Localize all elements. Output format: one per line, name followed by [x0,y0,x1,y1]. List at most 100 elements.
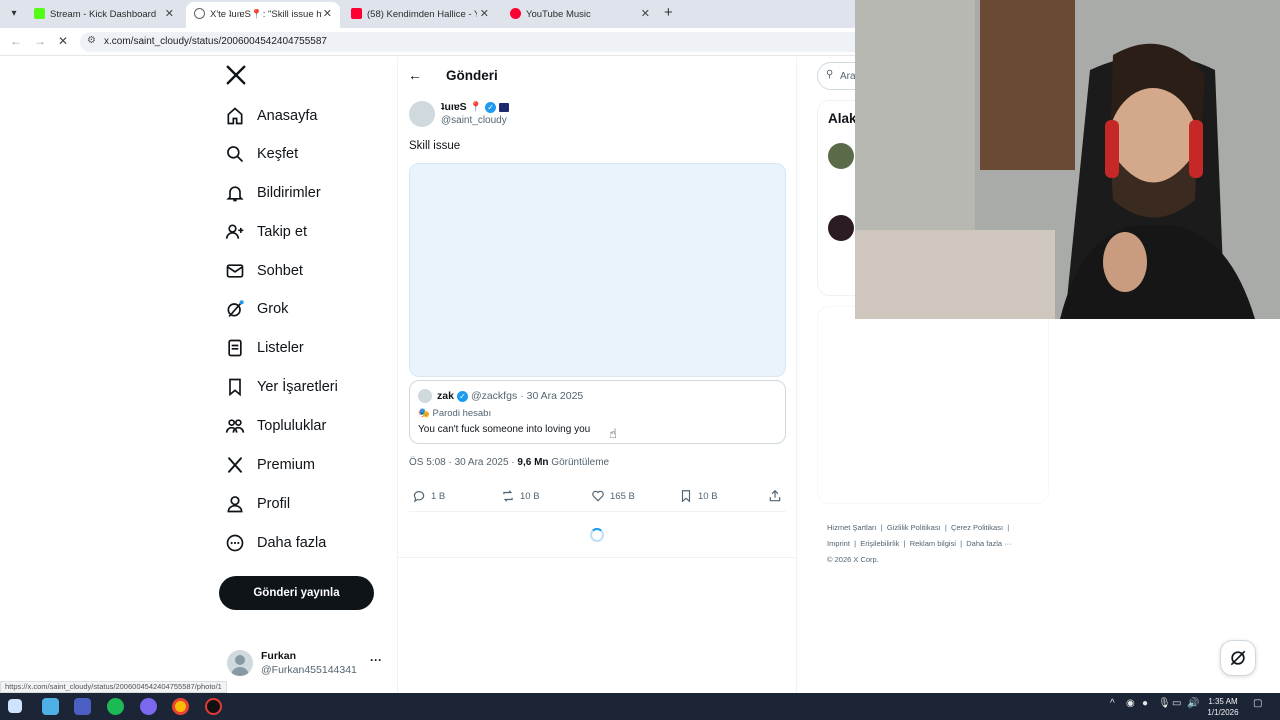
repost-button[interactable]: 10 B [501,489,540,503]
system-clock[interactable]: 1:35 AM 1/1/2026 [1198,696,1248,718]
reply-count: 1 B [431,490,446,502]
search-icon: ⚲ [826,69,834,80]
network-icon[interactable]: ▭ [1172,698,1181,709]
reply-icon [413,491,425,503]
back-arrow-icon[interactable]: ← [10,34,22,48]
footer-link[interactable]: Gizlilik Politikası [887,523,941,532]
tab-youtube-music[interactable]: YouTube Music ✕ [502,2,658,28]
footer-link[interactable]: Hizmet Şartları [827,523,877,532]
tab-title: YouTube Music [526,9,591,20]
account-name: Furkan [261,650,297,662]
discord-icon[interactable] [140,698,157,715]
like-count: 165 B [610,490,635,502]
account-switcher[interactable]: Furkan @Furkan455144341 ··· [227,647,387,683]
sidebar-item-chat[interactable]: Sohbet [224,255,303,287]
footer-link[interactable]: Çerez Politikası [951,523,1003,532]
quoted-post[interactable]: zak ✓ @zackfgs · 30 Ara 2025 🎭 Parodi he… [409,380,786,444]
x-logo-icon[interactable] [225,64,247,86]
profile-icon [224,493,246,515]
tab-title: Stream - Kick Dashboard [50,9,157,20]
url-field[interactable]: ⚙ x.com/saint_cloudy/status/200600454240… [80,32,880,52]
avatar[interactable] [828,215,854,241]
repost-count: 10 B [520,490,540,502]
sidebar-item-communities[interactable]: Topluluklar [224,410,326,442]
sidebar-item-bookmarks[interactable]: Yer İşaretleri [224,371,338,403]
webcam-overlay [855,0,1280,319]
tray-app-icon[interactable]: ◉ [1126,698,1135,709]
close-icon[interactable]: ✕ [165,7,174,20]
sidebar-item-label: Profil [257,496,291,512]
sidebar-item-grok[interactable]: Grok [224,293,288,325]
share-button[interactable] [768,489,782,503]
clock-time: 1:35 AM [1208,697,1238,706]
kick-icon [34,8,45,19]
quote-text: You can't fuck someone into loving you [418,424,591,435]
copyright: © 2026 X Corp. [827,555,879,564]
sidebar-item-label: Sohbet [257,263,303,279]
post-button[interactable]: Gönderi yayınla [219,576,374,610]
sidebar-item-home[interactable]: Anasayfa [224,100,317,132]
sidebar-item-premium[interactable]: Premium [224,449,315,481]
bookmark-button[interactable]: 10 B [679,489,718,503]
tab-youtube[interactable]: (58) Kendimden Hallice - Yo ✕ [343,2,497,28]
notification-icon[interactable]: ▢ [1253,698,1262,709]
post-column: ← Gönderi ʇuıɐS 📍 ✓ @saint_cloudy Skill … [397,57,798,693]
close-icon[interactable]: ✕ [641,7,650,20]
stop-loading-icon[interactable]: ✕ [58,34,68,48]
close-icon[interactable]: ✕ [323,7,332,20]
mask-icon: 🎭 [418,408,430,419]
forward-arrow-icon[interactable]: → [34,34,46,48]
grok-icon [224,298,246,320]
post-meta: ÖS 5:08 · 30 Ara 2025 · 9,6 Mn Görüntüle… [409,457,609,468]
sidebar-item-profile[interactable]: Profil [224,488,290,520]
post-media[interactable]: ☝ [409,163,786,441]
close-icon[interactable]: ✕ [480,7,489,20]
sidebar-item-follow[interactable]: Takip et [224,216,307,248]
quote-name: zak [437,390,454,402]
tray-chevron-icon[interactable]: ^ [1110,698,1115,709]
sidebar-item-notifications[interactable]: Bildirimler [224,177,321,209]
sidebar-item-explore[interactable]: Keşfet [224,138,298,170]
steam-icon[interactable]: ● [1142,698,1148,709]
app-icon[interactable] [42,698,59,715]
quote-handle: @zackfgs [470,390,518,402]
sidebar-item-more[interactable]: Daha fazla [224,527,326,559]
bell-icon [224,182,246,204]
microphone-icon[interactable]: 🎙 [1158,698,1171,709]
app-icon[interactable] [74,698,91,715]
reply-button[interactable]: 1 B [412,489,445,503]
avatar[interactable] [409,101,435,127]
grok-button[interactable] [1220,640,1256,676]
new-tab-button[interactable]: + [664,4,673,21]
more-icon[interactable]: ··· [370,653,382,667]
footer-link[interactable]: Imprint [827,539,850,548]
site-info-icon[interactable]: ⚙ [87,35,96,46]
spotify-icon[interactable] [107,698,124,715]
sidebar-item-lists[interactable]: Listeler [224,332,304,364]
windows-start-icon[interactable] [8,699,22,713]
author-handle[interactable]: @saint_cloudy [441,115,507,126]
clock-date: 1/1/2026 [1207,708,1239,717]
tab-kick[interactable]: Stream - Kick Dashboard ✕ [26,2,182,28]
chrome-icon[interactable] [172,698,189,715]
footer-link[interactable]: Daha fazla ··· [966,539,1011,548]
tab-x-post[interactable]: X'te ʇuıɐS📍: "Skill issue https://t ✕ [186,2,340,28]
heart-icon [592,490,604,502]
home-icon [224,105,246,127]
footer-link[interactable]: Erişilebilirlik [860,539,899,548]
back-arrow-icon[interactable]: ← [408,67,422,83]
author-name[interactable]: ʇuıɐS 📍 ✓ [441,101,510,113]
app-icon[interactable] [205,698,222,715]
communities-icon [224,415,246,437]
bookmark-icon [681,490,691,503]
avatar[interactable] [828,143,854,169]
account-handle: @Furkan455144341 [261,664,357,676]
sidebar-item-label: Topluluklar [257,418,327,434]
footer-links: Hizmet Şartları | Gizlilik Politikası | … [827,523,1012,564]
tab-search-icon[interactable]: ▾ [6,6,22,22]
search-icon [224,143,246,165]
url-text: x.com/saint_cloudy/status/20060045424047… [104,36,327,47]
sidebar-item-label: Takip et [257,224,307,240]
like-button[interactable]: 165 B [591,489,635,503]
footer-link[interactable]: Reklam bilgisi [910,539,956,548]
